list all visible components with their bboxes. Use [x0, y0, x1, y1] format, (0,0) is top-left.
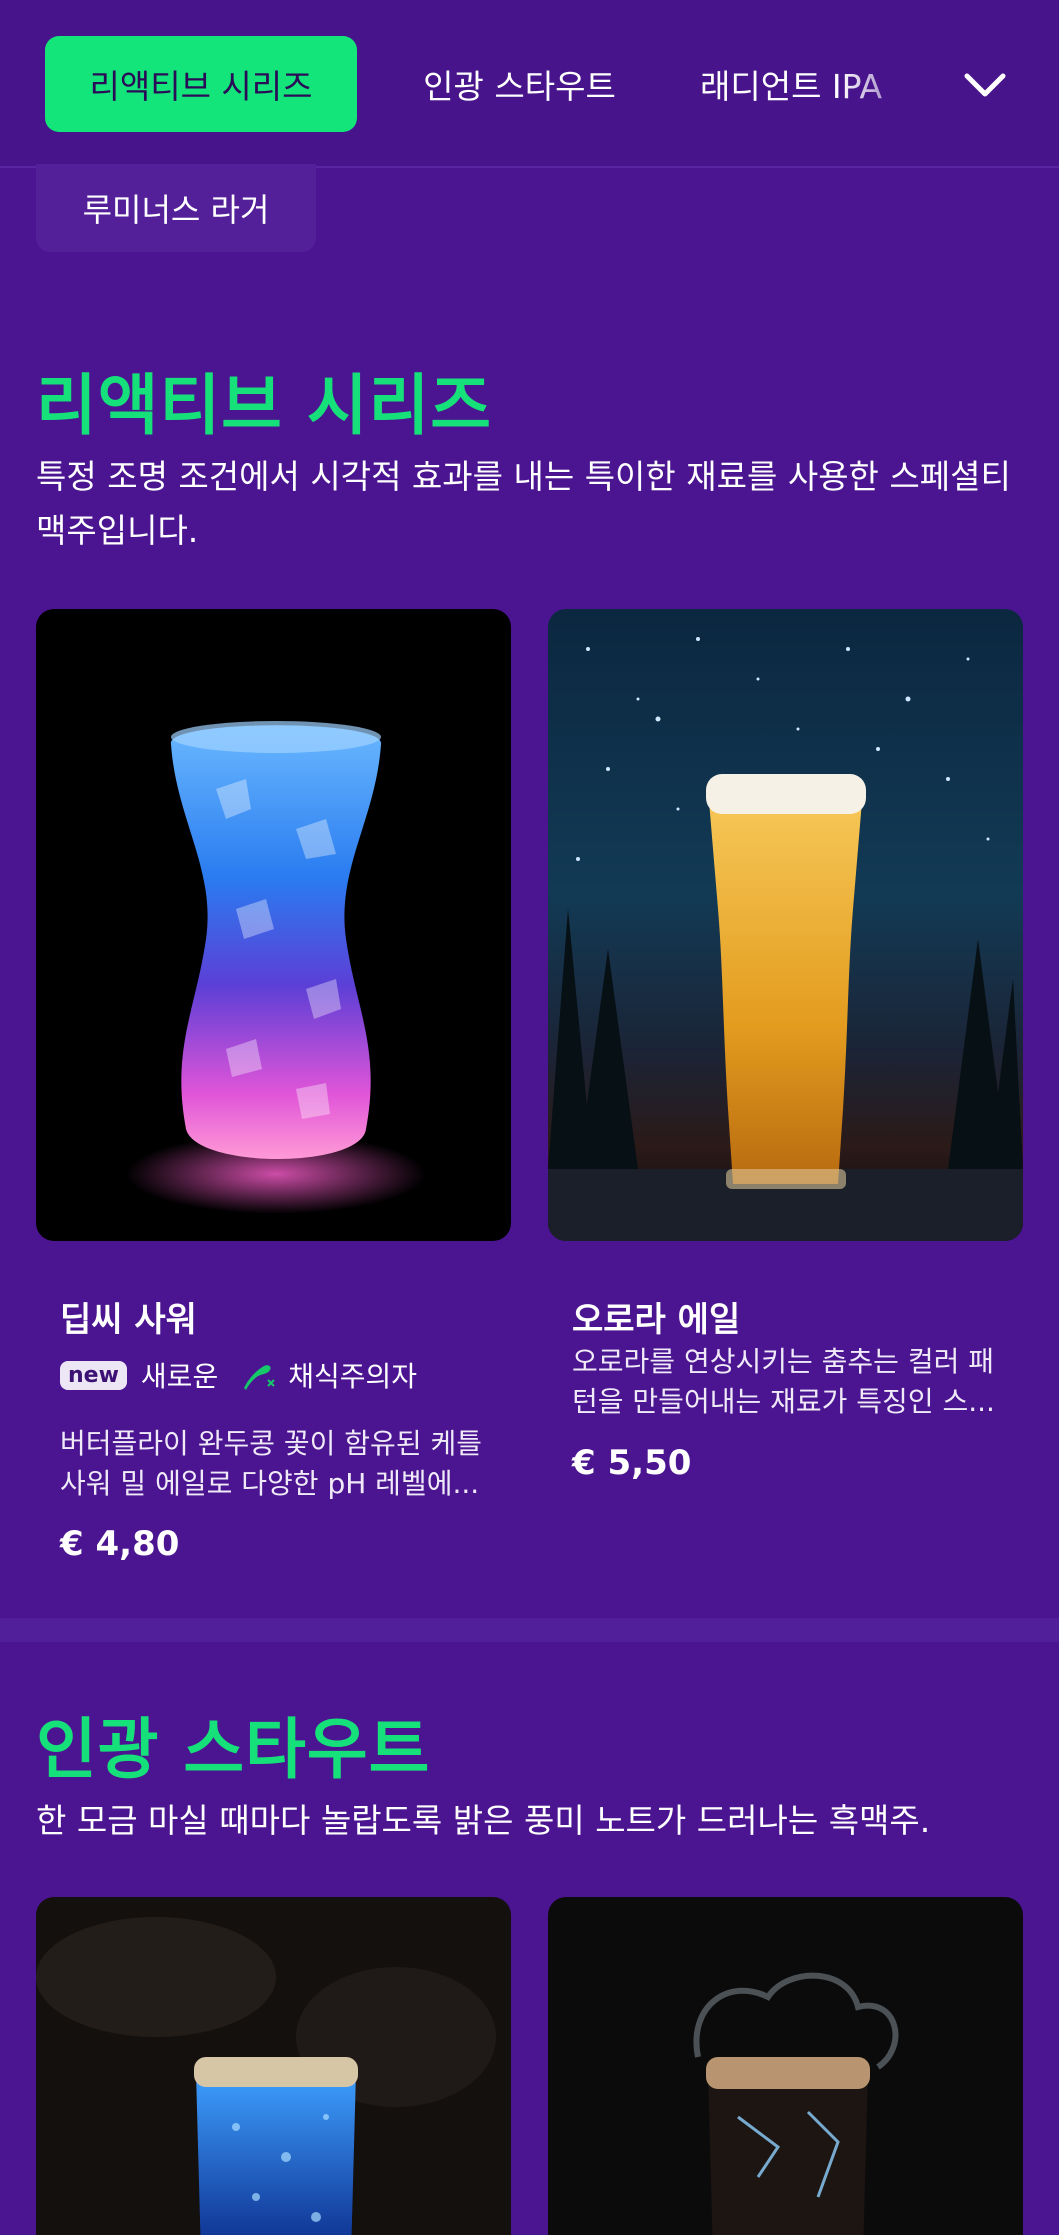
tab-phosphor-stout[interactable]: 인광 스타우트: [392, 36, 647, 132]
product-name[interactable]: 오로라 에일: [572, 1292, 740, 1341]
vegetarian-icon: [238, 1358, 278, 1392]
product-name[interactable]: 딥씨 사워: [60, 1292, 197, 1341]
product-price: € 4,80: [60, 1524, 180, 1564]
section-title: 인광 스타우트: [36, 1711, 431, 1788]
product-description: 오로라를 연상시키는 춤추는 컬러 패턴을 만들어내는 재료가 특징인 스...: [572, 1345, 995, 1418]
product-image-stout-2[interactable]: [548, 1897, 1023, 2235]
chevron-down-icon[interactable]: [960, 60, 1010, 110]
vegetarian-label: 채식주의자: [288, 1360, 418, 1393]
product-image-stout-1[interactable]: [36, 1897, 511, 2235]
tab-reactive-series[interactable]: 리액티브 시리즈: [45, 36, 357, 132]
category-nav: 리액티브 시리즈 인광 스타우트 래디언트 IPA: [0, 0, 1059, 168]
section-description: 특정 조명 조건에서 시각적 효과를 내는 특이한 재료를 사용한 스페셜티 맥…: [36, 457, 1011, 550]
product-image-aurora-ale[interactable]: [548, 609, 1023, 1241]
tab-scroll-fade: [840, 40, 980, 130]
new-label: 새로운: [140, 1360, 219, 1393]
product-image-deepsea-sour[interactable]: [36, 609, 511, 1241]
new-badge: new: [60, 1360, 127, 1390]
tab-luminous-lager[interactable]: 루미너스 라거: [36, 164, 316, 252]
section-title: 리액티브 시리즈: [36, 367, 493, 444]
product-price: € 5,50: [572, 1443, 692, 1483]
product-tags: new 새로운 채식주의자: [60, 1355, 417, 1395]
section-divider: [0, 1618, 1059, 1642]
section-description: 한 모금 마실 때마다 놀랍도록 밝은 풍미 노트가 드러나는 흑맥주.: [36, 1801, 931, 1840]
product-description: 버터플라이 완두콩 꽃이 함유된 케틀 사워 밀 에일로 다양한 pH 레벨에.…: [60, 1427, 483, 1500]
